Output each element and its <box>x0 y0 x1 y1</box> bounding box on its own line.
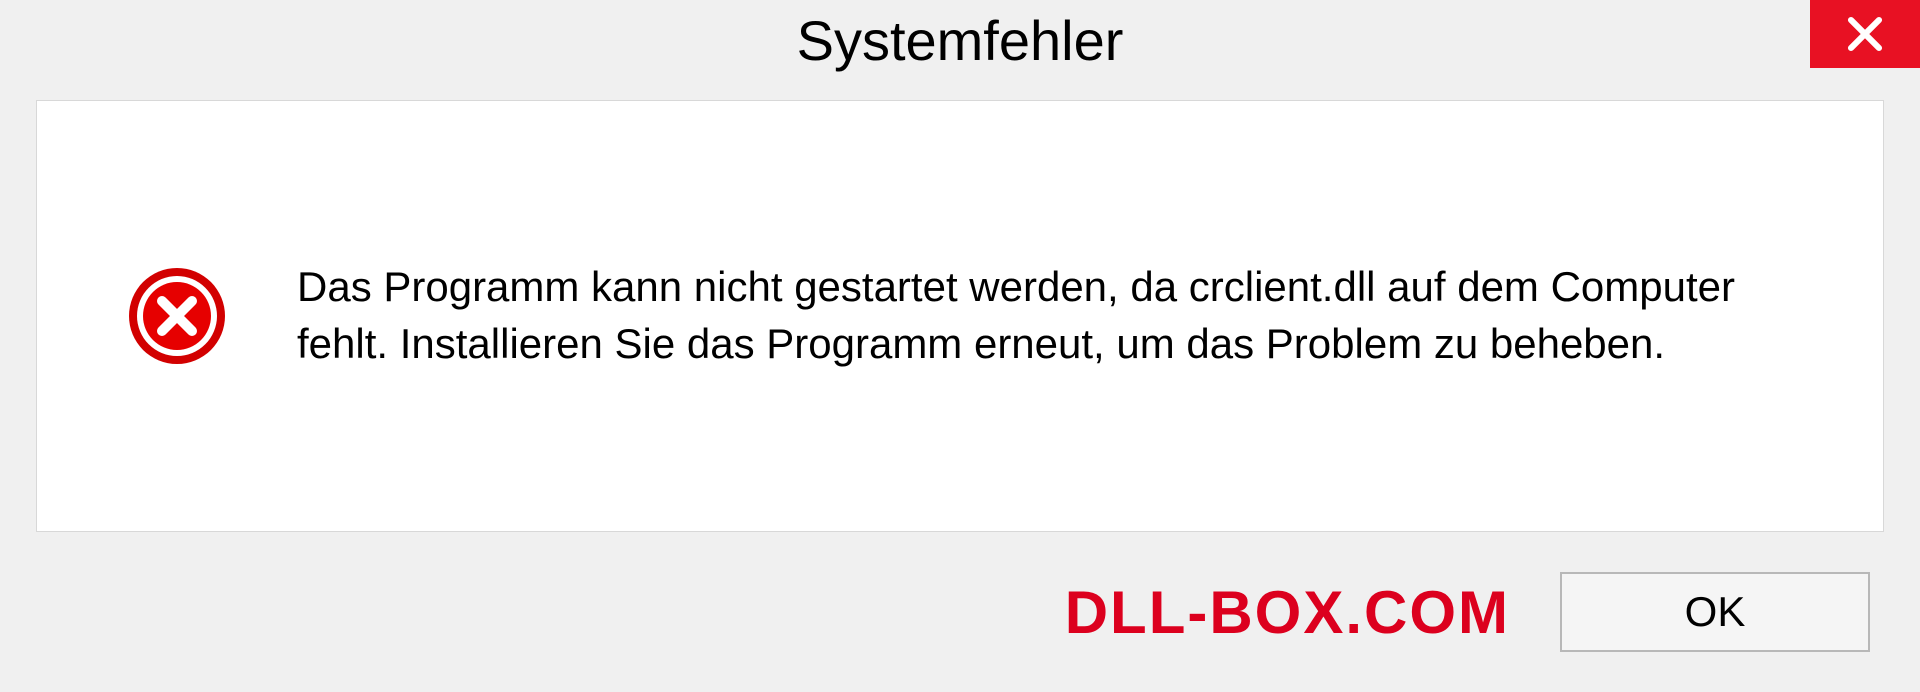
error-dialog: Systemfehler Das Programm kann nicht ges… <box>0 0 1920 692</box>
dialog-footer: DLL-BOX.COM OK <box>0 532 1920 692</box>
title-bar: Systemfehler <box>0 0 1920 90</box>
ok-button[interactable]: OK <box>1560 572 1870 652</box>
close-icon <box>1844 13 1886 55</box>
error-icon <box>127 266 227 366</box>
dialog-title: Systemfehler <box>797 8 1124 73</box>
message-panel: Das Programm kann nicht gestartet werden… <box>36 100 1884 532</box>
error-message: Das Programm kann nicht gestartet werden… <box>297 259 1823 372</box>
close-button[interactable] <box>1810 0 1920 68</box>
watermark-text: DLL-BOX.COM <box>1065 578 1510 647</box>
